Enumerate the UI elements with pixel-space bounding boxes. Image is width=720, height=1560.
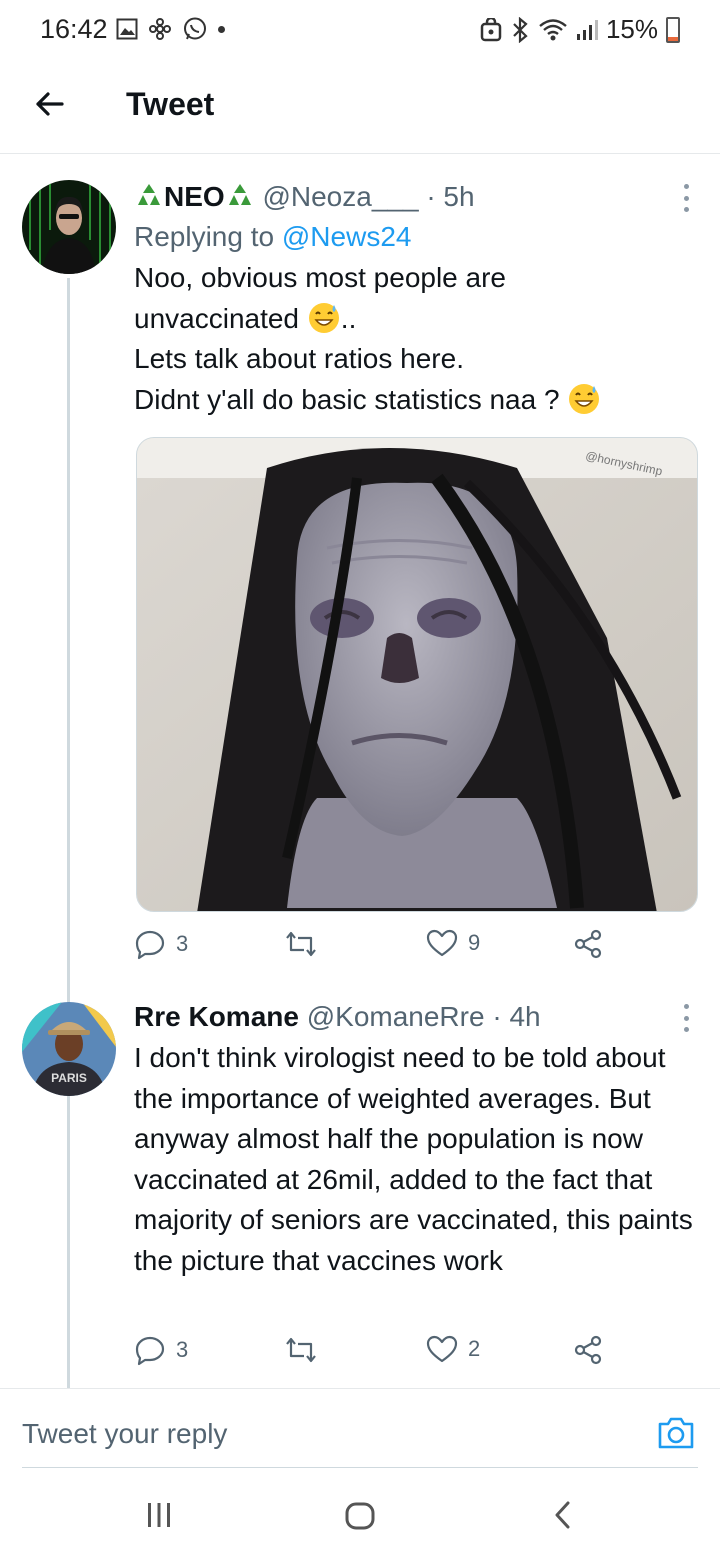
tweet-text-segment: .. — [340, 302, 357, 334]
arrow-left-icon — [36, 92, 64, 116]
signal-icon — [576, 19, 598, 40]
wifi-icon — [539, 18, 567, 40]
camera-button[interactable] — [656, 1415, 696, 1456]
tweet-text-segment: unvaccinated — [134, 302, 300, 334]
share-button[interactable] — [572, 928, 604, 960]
whatsapp-icon — [184, 17, 206, 40]
recycle-icon — [138, 184, 160, 205]
battery-level — [668, 37, 678, 41]
heart-icon — [426, 1335, 458, 1363]
back-button[interactable] — [30, 84, 70, 124]
more-options-button[interactable] — [680, 184, 692, 212]
retweet-icon — [286, 931, 316, 957]
display-name[interactable]: NEO — [164, 181, 225, 212]
tweet-text-line: Didnt y'all do basic statistics naa ? — [134, 380, 696, 421]
reply-button[interactable]: 3 — [134, 928, 188, 960]
replying-to: Replying to @News24 — [134, 220, 696, 254]
top-app-bar: Tweet — [0, 58, 720, 154]
notification-dot — [218, 25, 225, 33]
tweet-text: Noo, obvious most people are unvaccinated… — [134, 258, 696, 420]
retweet-button[interactable] — [284, 928, 318, 960]
tweet-text-line: Noo, obvious most people are — [134, 262, 506, 293]
thread-connector-line — [67, 278, 70, 1388]
alarm-icon — [480, 17, 502, 41]
status-time: 16:42 — [40, 14, 108, 44]
page-title: Tweet — [126, 86, 215, 122]
timestamp[interactable]: · 5h — [426, 181, 474, 212]
like-button[interactable]: 9 — [426, 928, 480, 958]
tweet-media-image[interactable]: @hornyshrimp — [136, 437, 698, 912]
tweet-header: NEO @Neoza___ · 5h — [134, 180, 696, 214]
reply-icon — [135, 930, 165, 960]
home-icon — [345, 1502, 375, 1530]
reply-count: 3 — [176, 931, 189, 956]
more-options-button[interactable] — [680, 1004, 692, 1032]
tweet-text-line: unvaccinated .. — [134, 299, 696, 340]
share-button[interactable] — [572, 1334, 604, 1366]
tweet-text-segment: Didnt y'all do basic statistics naa ? — [134, 383, 560, 415]
timestamp[interactable]: · 4h — [492, 1001, 540, 1032]
replying-to-link[interactable]: @News24 — [282, 221, 412, 252]
heart-icon — [426, 929, 458, 957]
like-count: 2 — [468, 1336, 481, 1361]
status-right-icons: 15% — [480, 14, 680, 45]
status-bar: 16:42 15% — [0, 0, 720, 58]
pinwheel-icon — [149, 18, 171, 40]
nav-back-button[interactable] — [548, 1500, 578, 1535]
handle[interactable]: @KomaneRre — [307, 1001, 485, 1032]
avatar[interactable]: PARIS — [22, 1002, 116, 1096]
reply-count: 3 — [176, 1337, 189, 1362]
gallery-icon — [116, 18, 138, 40]
bluetooth-icon — [513, 16, 528, 43]
back-icon — [555, 1501, 570, 1529]
tweet-text-line: Lets talk about ratios here. — [134, 343, 464, 374]
tweet-actions: 3 9 — [134, 928, 614, 964]
avatar[interactable] — [22, 180, 116, 274]
share-icon — [574, 1335, 602, 1365]
tweet-text: I don't think virologist need to be told… — [134, 1042, 701, 1276]
share-icon — [574, 929, 602, 959]
battery-icon — [666, 16, 680, 43]
home-button[interactable] — [344, 1500, 376, 1537]
battery-percent: 15% — [605, 14, 658, 44]
replying-prefix: Replying to — [134, 221, 275, 252]
retweet-button[interactable] — [284, 1334, 318, 1366]
reply-composer: Tweet your reply — [0, 1388, 720, 1468]
reply-button[interactable]: 3 — [134, 1334, 188, 1366]
avatar-shirt-text: PARIS — [51, 1071, 87, 1085]
status-left-icons — [116, 16, 225, 42]
tweet-actions: 3 2 — [134, 1334, 614, 1370]
reply-input-underline — [22, 1467, 698, 1468]
like-button[interactable]: 2 — [426, 1334, 480, 1364]
system-nav-bar — [0, 1470, 720, 1560]
tweet-header: Rre Komane @KomaneRre · 4h — [134, 1000, 696, 1034]
reply-input[interactable]: Tweet your reply — [22, 1389, 642, 1467]
recent-apps-icon — [148, 1503, 170, 1527]
like-count: 9 — [468, 930, 481, 955]
zombie-mask-photo: @hornyshrimp — [137, 438, 697, 911]
grinning-sweat-emoji — [308, 302, 339, 333]
handle[interactable]: @Neoza___ — [262, 181, 418, 212]
recent-apps-button[interactable] — [144, 1500, 174, 1535]
recycle-icon — [228, 184, 251, 205]
camera-icon — [658, 1417, 694, 1449]
reply-icon — [135, 1336, 165, 1366]
retweet-icon — [286, 1337, 316, 1363]
display-name[interactable]: Rre Komane — [134, 1001, 299, 1032]
grinning-sweat-emoji — [569, 383, 600, 414]
